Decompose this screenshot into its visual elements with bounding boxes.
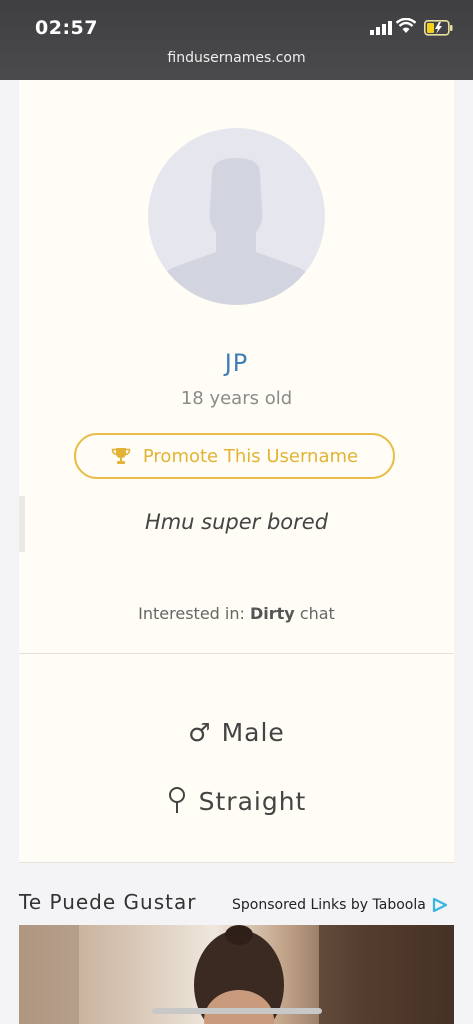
orientation-row: Straight [0,787,473,816]
battery-icon [424,20,453,36]
interested-value: Dirty [249,604,295,623]
male-icon: ♂ [188,718,212,747]
gender-row: ♂ Male [0,718,473,747]
home-indicator[interactable] [152,1008,322,1014]
trophy-icon [111,448,131,464]
status-bar: 02:57 findusernames.com [0,0,473,80]
wifi-icon [396,18,416,33]
user-age: 18 years old [180,388,293,409]
user-bio: Hmu super bored [144,510,329,534]
gender-label: Male [221,718,285,747]
divider [19,862,454,863]
avatar-placeholder-icon [148,158,325,305]
interested-prefix: Interested in: [138,604,245,623]
straight-icon [168,787,185,813]
orientation-label: Straight [198,787,307,816]
promote-label: Promote This Username [142,445,359,467]
page-url[interactable]: findusernames.com [0,50,473,66]
promote-username-button[interactable]: Promote This Username [74,433,395,479]
interested-suffix: chat [299,604,335,623]
taboola-icon[interactable] [432,897,448,913]
avatar [148,128,325,305]
status-time: 02:57 [35,17,98,39]
interested-in: Interested in: Dirty chat [0,604,473,623]
recommendations-title: Te Puede Gustar [19,890,197,914]
sponsored-links-label[interactable]: Sponsored Links by Taboola [232,897,426,913]
divider [19,653,454,654]
username: JP [224,349,249,377]
signal-icon [370,21,392,35]
